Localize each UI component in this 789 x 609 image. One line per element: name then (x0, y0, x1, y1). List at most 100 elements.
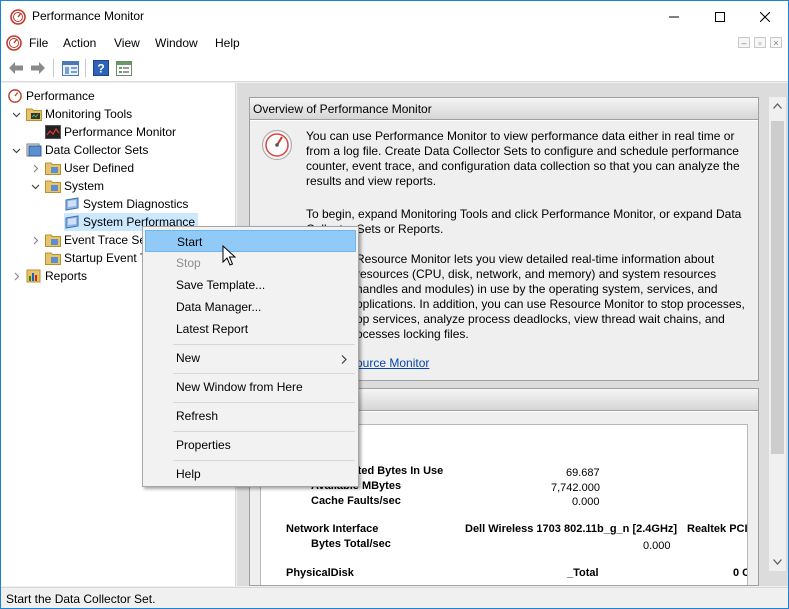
tree-item-startup-event-trace[interactable]: Startup Event T (45, 249, 147, 267)
toolbar: ? (1, 54, 788, 82)
chevron-down-icon[interactable] (11, 145, 21, 155)
menu-separator (173, 402, 355, 403)
chevron-down-icon[interactable] (11, 109, 21, 119)
content-scrollbar[interactable] (769, 97, 786, 571)
menu-item-new-window-from-here[interactable]: New Window from Here (145, 376, 356, 398)
tree-item-performance-monitor[interactable]: Performance Monitor (45, 123, 176, 141)
summary-row-label: tted Bytes In Use (354, 465, 444, 477)
toolbar-separator (53, 59, 54, 77)
menu-item-data-manager[interactable]: Data Manager... (145, 296, 356, 318)
disk-instance-c: 0 C: (733, 567, 747, 579)
tree-item-event-trace-sessions[interactable]: Event Trace Se (30, 231, 146, 249)
performance-gauge-icon (261, 129, 293, 161)
menu-item-refresh[interactable]: Refresh (145, 405, 356, 427)
menu-item-label: Latest Report (176, 322, 249, 336)
chevron-right-icon[interactable] (30, 235, 40, 245)
menu-help[interactable]: Help (215, 36, 240, 50)
open-resource-monitor-link[interactable]: ource Monitor (356, 356, 429, 370)
show-tree-icon[interactable] (61, 59, 79, 77)
status-bar: Start the Data Collector Set. (1, 587, 788, 608)
performance-monitor-app-icon (10, 9, 26, 25)
title-bar[interactable]: Performance Monitor (1, 1, 788, 32)
tree-item-system-diagnostics[interactable]: System Diagnostics (64, 195, 188, 213)
maximize-button[interactable] (697, 1, 743, 32)
menu-item-new[interactable]: New (145, 347, 356, 369)
open-resource-monitor-line: ource Monitor (356, 356, 556, 371)
chevron-right-icon[interactable] (11, 271, 21, 281)
monitor-chart-icon (45, 124, 61, 140)
mdi-close-icon[interactable]: × (770, 37, 782, 48)
menu-view[interactable]: View (114, 36, 140, 50)
network-interface-header: Network Interface (286, 523, 379, 535)
menu-item-latest-report[interactable]: Latest Report (145, 318, 356, 340)
menu-item-label: Start (177, 235, 203, 249)
folder-icon (45, 250, 61, 266)
overview-panel-header[interactable]: Overview of Performance Monitor (250, 98, 758, 120)
overview-paragraph-1: You can use Performance Monitor to view … (306, 129, 740, 188)
folder-icon (45, 232, 61, 248)
summary-row-label: Cache Faults/sec (311, 495, 401, 507)
help-icon[interactable]: ? (92, 59, 110, 77)
window-title: Performance Monitor (32, 9, 145, 23)
scroll-thumb[interactable] (771, 121, 784, 454)
menu-item-label: Stop (176, 256, 201, 270)
menu-item-label: Help (176, 467, 201, 481)
summary-row-value: 7,742.000 (551, 482, 600, 494)
tree-item-label: System Diagnostics (83, 197, 189, 211)
mouse-pointer-icon (222, 244, 237, 267)
menu-action[interactable]: Action (63, 36, 96, 50)
menu-separator (173, 373, 355, 374)
p3-line-4: pplications. In addition, you can use Re… (356, 297, 745, 311)
mdi-restore-icon[interactable]: ▫ (754, 37, 766, 48)
minimize-button[interactable] (651, 1, 697, 32)
tree-item-label: Performance Monitor (64, 125, 177, 139)
tree-item-label: System (64, 179, 105, 193)
chevron-right-icon[interactable] (30, 163, 40, 173)
mdi-minimize-icon[interactable]: – (738, 37, 750, 48)
menu-item-label: Properties (176, 438, 231, 452)
scroll-down-icon[interactable] (769, 553, 786, 570)
summary-row-value: 0.000 (572, 496, 600, 508)
close-icon (760, 11, 770, 22)
tree-item-system[interactable]: System (30, 177, 104, 195)
menu-item-stop: Stop (145, 252, 356, 274)
tree-item-label: Performance (26, 89, 95, 103)
performance-monitor-window: Performance Monitor File Action View Win… (0, 0, 789, 609)
folder-icon (26, 106, 42, 122)
properties-icon[interactable] (115, 59, 133, 77)
data-collector-icon (26, 142, 42, 158)
forward-arrow-icon[interactable] (29, 59, 47, 77)
menu-item-help[interactable]: Help (145, 463, 356, 485)
scroll-up-icon[interactable] (769, 97, 786, 114)
overview-title: Overview of Performance Monitor (253, 102, 432, 116)
overview-paragraph-2: To begin, expand Monitoring Tools and cl… (306, 207, 742, 236)
performance-icon (7, 88, 23, 104)
collector-set-icon (64, 214, 80, 230)
toolbar-separator-2 (85, 59, 86, 77)
menu-window[interactable]: Window (155, 36, 198, 50)
system-menu-icon[interactable] (6, 35, 22, 51)
chevron-right-icon (341, 353, 347, 367)
menu-item-start[interactable]: Start (145, 230, 356, 252)
network-adapter-name-2: Realtek PCIe (687, 523, 748, 535)
tree-item-performance[interactable]: Performance (7, 87, 95, 105)
menu-file[interactable]: File (29, 36, 48, 50)
menu-item-properties[interactable]: Properties (145, 434, 356, 456)
p3-line-3: handles and modules) in use by the opera… (356, 282, 718, 296)
close-button[interactable] (742, 1, 788, 32)
tree-item-label: Data Collector Sets (45, 143, 149, 157)
folder-icon (45, 160, 61, 176)
p3-line-6: ocesses locking files. (356, 327, 469, 341)
tree-item-reports[interactable]: Reports (11, 267, 87, 285)
status-text: Start the Data Collector Set. (6, 592, 156, 606)
tree-item-user-defined[interactable]: User Defined (30, 159, 134, 177)
menu-item-save-template[interactable]: Save Template... (145, 274, 356, 296)
p3-line-2: resources (CPU, disk, network, and memor… (356, 267, 717, 281)
tree-item-data-collector-sets[interactable]: Data Collector Sets (11, 141, 148, 159)
tree-item-label: User Defined (64, 161, 135, 175)
tree-item-monitoring-tools[interactable]: Monitoring Tools (11, 105, 132, 123)
disk-instance-total: _Total (567, 567, 599, 579)
chevron-down-icon[interactable] (30, 181, 40, 191)
back-arrow-icon[interactable] (7, 59, 25, 77)
p3-line-5: op services, analyze process deadlocks, … (356, 312, 725, 326)
